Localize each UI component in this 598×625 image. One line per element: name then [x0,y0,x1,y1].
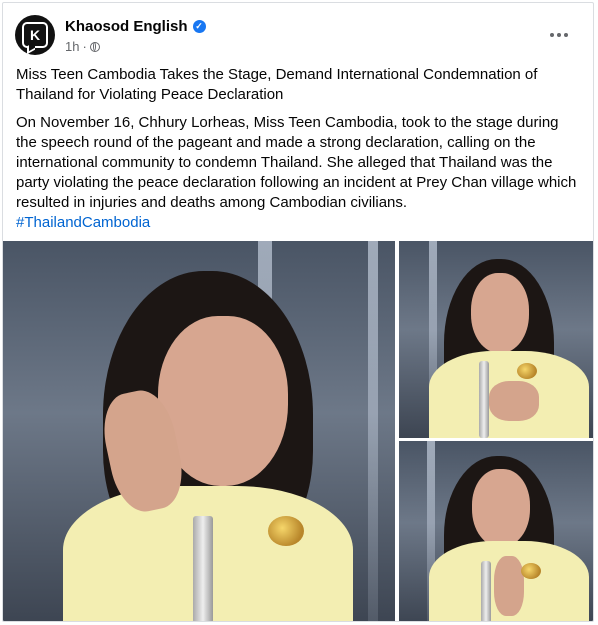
post-time[interactable]: 1h [65,39,79,54]
face [472,469,530,547]
more-options-button[interactable] [545,21,573,49]
hand [494,556,524,616]
avatar-logo: K [22,22,48,48]
post-header: K Khaosod English ✓ 1h · [15,15,581,59]
post-meta: 1h · [65,39,100,54]
facebook-post: K Khaosod English ✓ 1h · Miss Teen Cambo… [2,2,594,622]
stage-light [368,241,378,621]
brooch [517,363,537,379]
meta-separator: · [82,39,87,54]
page-name: Khaosod English [65,18,188,35]
more-dot [550,33,554,37]
page-name-link[interactable]: Khaosod English ✓ [65,18,206,35]
verified-badge-icon: ✓ [192,20,206,33]
post-body: On November 16, Chhury Lorheas, Miss Tee… [16,114,577,211]
microphone [193,516,213,621]
photo-bottom-right[interactable] [399,441,593,621]
hand [489,381,539,421]
brooch [521,563,541,579]
microphone [479,361,489,438]
microphone [481,561,491,621]
more-dot [564,33,568,37]
photo-grid [3,241,593,621]
face [471,273,529,353]
photo-top-right[interactable] [399,241,593,438]
hashtag-link[interactable]: #ThailandCambodia [16,213,579,233]
page-avatar[interactable]: K [15,15,55,55]
post-headline: Miss Teen Cambodia Takes the Stage, Dema… [16,66,538,103]
more-dot [557,33,561,37]
globe-icon[interactable] [89,41,100,52]
brooch [268,516,304,546]
photo-main[interactable] [3,241,395,621]
